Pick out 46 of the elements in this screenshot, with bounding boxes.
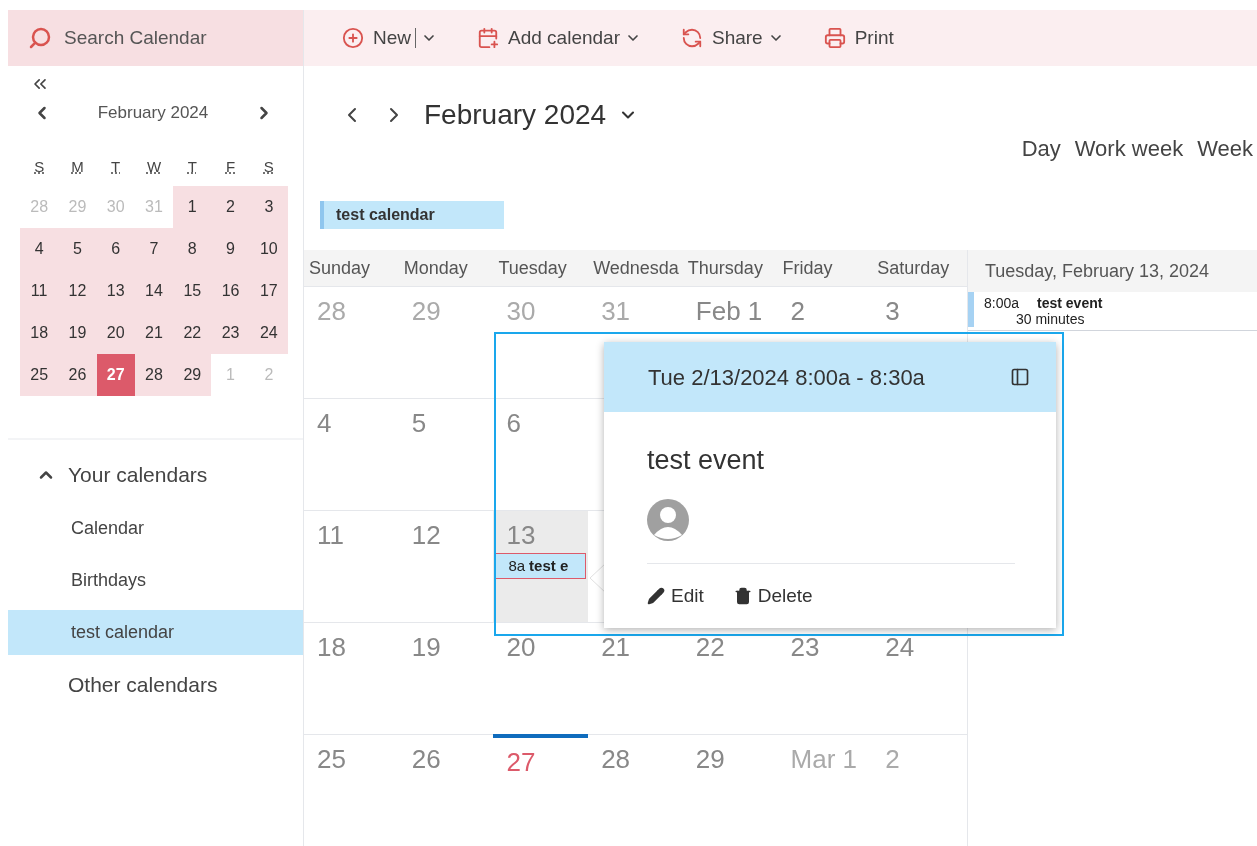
day-number: 6	[505, 409, 522, 437]
weekday-label: S	[34, 156, 45, 177]
weekday-label: W	[146, 156, 162, 177]
weekday-label: F	[225, 156, 236, 177]
day-number: Feb 1	[694, 297, 764, 325]
day-number: 19	[410, 633, 442, 661]
calendar-legend-tag: test calendar	[320, 201, 504, 229]
day-number: 12	[410, 521, 442, 549]
weekday-label: M	[71, 156, 84, 177]
event-title: test event	[647, 444, 766, 477]
day-number: 11	[316, 521, 345, 549]
day-number: 26	[410, 745, 442, 773]
weekday-label: S	[263, 156, 274, 177]
day-number: 3	[884, 297, 901, 325]
weekday-header: Saturday	[876, 256, 951, 280]
day-number: 31	[600, 297, 632, 325]
agenda-date: Tuesday, February 13, 2024	[985, 259, 1210, 283]
day-number: 24	[884, 633, 916, 661]
day-number: 5	[410, 409, 428, 437]
day-number: 28	[316, 297, 347, 325]
day-number: 13	[505, 521, 537, 549]
day-number: 23	[789, 633, 821, 661]
event-time: Tue 2/13/2024 8:00a - 8:30a	[648, 363, 926, 392]
weekday-header: Friday	[781, 256, 834, 280]
day-number: 30	[505, 297, 537, 325]
weekday-label: T	[187, 156, 197, 177]
weekday-header: Tuesday	[497, 256, 568, 280]
day-number: 21	[600, 633, 632, 661]
day-number: 2	[789, 297, 807, 325]
day-number: Mar 1	[789, 745, 859, 773]
day-number: 22	[694, 633, 726, 661]
weekday-header: Wednesda	[592, 256, 680, 280]
day-number: 20	[505, 633, 537, 661]
day-number: 29	[410, 297, 442, 325]
day-number: 18	[316, 633, 347, 661]
weekday-header: Sunday	[308, 256, 372, 280]
day-number: 4	[316, 409, 333, 437]
day-number: 2	[884, 745, 901, 773]
weekday-header: Thursday	[686, 256, 764, 280]
day-number: 27	[505, 748, 537, 776]
month-title: February 2024	[96, 102, 210, 124]
weekday-header: Monday	[402, 256, 469, 280]
weekday-label: T	[111, 156, 121, 177]
day-number: 25	[316, 745, 347, 773]
day-number: 29	[694, 745, 726, 773]
day-number: 28	[600, 745, 632, 773]
